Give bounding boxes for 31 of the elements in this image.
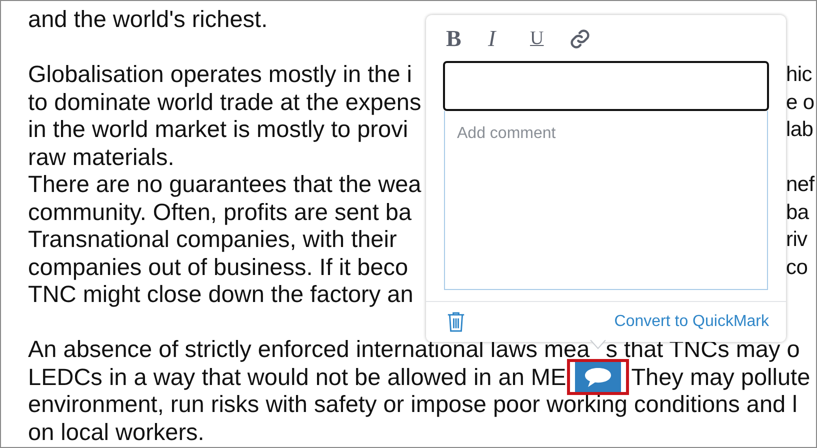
document-text: LEDCs in a way that would not be allowed in an ME <box>28 364 566 391</box>
document-text: They may pollute <box>631 364 810 391</box>
document-text: ba <box>786 200 809 226</box>
comment-field[interactable]: Add comment <box>444 111 768 290</box>
underline-button[interactable]: U <box>527 28 569 50</box>
document-text: There are no guarantees that the wea <box>28 171 422 198</box>
document-text: to dominate world trade at the expens <box>28 88 422 116</box>
document-text: environment, run risks with safety or impose poor working conditions and l <box>28 391 798 418</box>
link-icon[interactable] <box>569 28 591 50</box>
document-text: Globalisation operates mostly in the i <box>28 61 412 88</box>
document-text: in the world market is mostly to provi <box>28 116 408 144</box>
document-text: Transnational companies, with their <box>28 226 397 254</box>
document-text: companies out of business. If it beco <box>28 254 408 281</box>
comment-marker[interactable] <box>567 359 630 396</box>
bold-button[interactable]: B <box>443 26 485 52</box>
document-text: An absence of strictly enforced international laws mea <box>28 336 590 364</box>
document-text: and the world's richest. <box>28 6 268 34</box>
italic-button[interactable]: I <box>485 26 527 52</box>
trash-icon[interactable] <box>447 311 465 333</box>
document-text: on local workers. <box>28 418 204 446</box>
document-text: community. Often, profits are sent ba <box>28 198 412 226</box>
document-text: lab <box>786 117 814 143</box>
document-text: co <box>786 254 808 280</box>
document-text: hic <box>786 62 812 88</box>
document-text: nef <box>786 172 814 198</box>
title-field[interactable] <box>443 61 769 111</box>
convert-link[interactable]: Convert to QuickMark <box>614 313 769 331</box>
document-text: riv <box>786 227 808 253</box>
document-text: TNC might close down the factory an <box>28 281 414 308</box>
document-text: e o <box>786 90 814 116</box>
document-text: raw materials. <box>28 144 174 171</box>
